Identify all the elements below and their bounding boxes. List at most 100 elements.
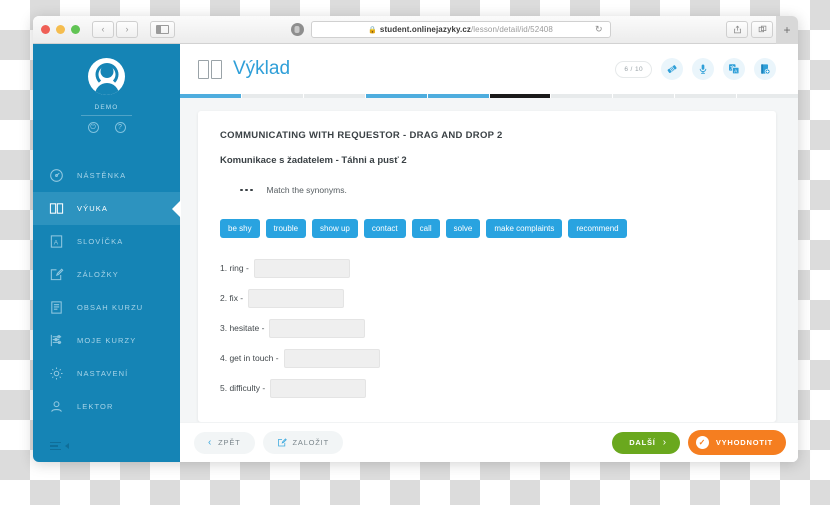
sidebar-item-label: SLOVÍČKA — [77, 237, 124, 246]
bookmark-icon — [277, 437, 287, 448]
book-icon — [198, 59, 222, 79]
sidebar-item-moje-kurzy[interactable]: MOJE KURZY — [33, 324, 180, 357]
active-indicator-arrow — [172, 199, 181, 218]
address-bar[interactable]: 🔒 student.onlinejazyky.cz/lesson/detail/i… — [310, 21, 611, 38]
answer-row: 2. fix - — [220, 283, 754, 313]
back-button-label: ZPĚT — [218, 438, 241, 447]
avatar — [88, 58, 125, 95]
sidebar-mini-actions: ⏻ ? — [33, 122, 180, 133]
chevron-right-icon: › — [662, 436, 667, 448]
sidebar-item-label: MOJE KURZY — [77, 336, 137, 345]
sidebar-toggle-button[interactable] — [150, 21, 175, 38]
sidebar-collapse-button[interactable] — [33, 441, 180, 463]
vocabulary-icon: A — [48, 234, 64, 250]
sidebar-item-zalozky[interactable]: ZÁLOŽKY — [33, 258, 180, 291]
sidebar-item-label: ZÁLOŽKY — [77, 270, 119, 279]
answer-row: 3. hesitate - — [220, 313, 754, 343]
account-label: DEMO — [80, 104, 133, 116]
new-tab-button[interactable]: + — [776, 16, 798, 44]
answer-row: 1. ring - — [220, 253, 754, 283]
sidebar-item-nastenka[interactable]: NÁSTĚNKA — [33, 159, 180, 192]
instruction-text: Match the synonyms. — [266, 185, 347, 195]
bullet-dots-icon — [240, 188, 253, 192]
exercise-card: COMMUNICATING WITH REQUESTOR - DRAG AND … — [198, 111, 776, 422]
drop-zone[interactable] — [270, 378, 367, 398]
drop-zone[interactable] — [269, 318, 366, 338]
answer-list: 1. ring - 2. fix - 3. hesitate - 4. get … — [220, 253, 754, 403]
evaluate-button[interactable]: ✓ VYHODNOTIT — [687, 430, 786, 455]
browser-toolbar: ‹ › 🔒 student.onlinejazyky.cz/lesson/deta… — [33, 16, 798, 44]
bookmark-button[interactable]: ZALOŽIT — [262, 431, 343, 454]
browser-right-actions: + — [726, 16, 798, 44]
navigation-buttons: ‹ › — [92, 21, 138, 38]
sidebar-nav: NÁSTĚNKA VÝUKA A SLOVÍČKA ZÁLOŽKY OBSAH … — [33, 159, 181, 423]
power-icon[interactable]: ⏻ — [87, 122, 99, 133]
address-bar-area: 🔒 student.onlinejazyky.cz/lesson/detail/i… — [185, 21, 716, 38]
dictionary-add-icon[interactable] — [754, 58, 776, 80]
next-button[interactable]: DALŠÍ › — [612, 431, 680, 454]
lesson-header-left: Výklad — [198, 58, 290, 80]
sidebar-item-slovicka[interactable]: A SLOVÍČKA — [33, 225, 180, 258]
my-courses-icon — [48, 333, 64, 349]
evaluate-button-label: VYHODNOTIT — [715, 438, 773, 447]
word-tag[interactable]: be shy — [220, 219, 260, 238]
word-tag[interactable]: recommend — [568, 219, 627, 238]
next-button-label: DALŠÍ — [629, 438, 656, 447]
browser-window: ‹ › 🔒 student.onlinejazyky.cz/lesson/deta… — [33, 16, 798, 462]
forward-button[interactable]: › — [116, 21, 138, 38]
back-button[interactable]: ‹ — [92, 21, 114, 38]
bookmark-icon — [48, 267, 64, 283]
answer-label: 1. ring - — [220, 263, 249, 273]
dashboard-icon — [48, 168, 64, 184]
word-tag[interactable]: call — [411, 219, 440, 238]
lesson-header-tools: 6 / 10 A — [615, 58, 776, 80]
sidebar-item-label: LEKTOR — [77, 402, 114, 411]
drop-zone[interactable] — [283, 348, 380, 368]
check-icon: ✓ — [695, 436, 709, 449]
instruction-row: Match the synonyms. — [220, 185, 754, 195]
microphone-icon[interactable] — [692, 58, 714, 80]
sidebar-item-label: OBSAH KURZU — [77, 303, 144, 312]
word-tag[interactable]: show up — [312, 219, 358, 238]
url-domain: student.onlinejazyky.cz — [379, 25, 471, 34]
answer-label: 5. difficulty - — [220, 383, 266, 393]
lesson-footer: ‹ ZPĚT ZALOŽIT DALŠÍ › ✓ VYHODNOTIT — [180, 422, 798, 462]
main-content: Výklad 6 / 10 A COMMUNICATING WITH REQUE… — [180, 44, 798, 462]
word-tag[interactable]: solve — [445, 219, 481, 238]
privacy-shield-icon[interactable] — [290, 23, 304, 36]
maximize-window-button[interactable] — [71, 25, 80, 34]
word-tag[interactable]: trouble — [265, 219, 307, 238]
lock-icon: 🔒 — [368, 27, 377, 34]
draggable-word-list: be shy trouble show up contact call solv… — [220, 219, 754, 238]
help-icon[interactable]: ? — [114, 122, 126, 133]
sidebar-item-vyuka[interactable]: VÝUKA — [33, 192, 181, 225]
drop-zone[interactable] — [248, 288, 345, 308]
app-sidebar: DEMO ⏻ ? NÁSTĚNKA VÝUKA A SLOVÍČKA ZÁLOŽ… — [33, 44, 181, 463]
answer-row: 5. difficulty - — [220, 373, 754, 403]
content-area: COMMUNICATING WITH REQUESTOR - DRAG AND … — [180, 98, 798, 422]
bookmark-button-label: ZALOŽIT — [292, 438, 329, 447]
share-button[interactable] — [726, 21, 748, 38]
reload-icon[interactable]: ↻ — [595, 24, 603, 35]
sidebar-item-obsah-kurzu[interactable]: OBSAH KURZU — [33, 291, 180, 324]
sidebar-item-label: NASTAVENÍ — [77, 369, 129, 378]
drop-zone[interactable] — [253, 258, 350, 278]
sidebar-panel-icon — [156, 25, 169, 34]
sidebar-item-lektor[interactable]: LEKTOR — [33, 390, 180, 423]
lesson-header: Výklad 6 / 10 A — [180, 44, 798, 94]
translate-icon[interactable]: 文 A — [723, 58, 745, 80]
close-window-button[interactable] — [41, 25, 50, 34]
gear-icon — [48, 366, 64, 382]
eraser-icon[interactable] — [661, 58, 683, 80]
minimize-window-button[interactable] — [56, 25, 65, 34]
app-page: DEMO ⏻ ? NÁSTĚNKA VÝUKA A SLOVÍČKA ZÁLOŽ… — [33, 44, 798, 462]
answer-label: 4. get in touch - — [220, 353, 279, 363]
word-tag[interactable]: make complaints — [486, 219, 563, 238]
word-tag[interactable]: contact — [363, 219, 406, 238]
svg-text:A: A — [53, 240, 58, 247]
answer-label: 3. hesitate - — [220, 323, 265, 333]
back-button[interactable]: ‹ ZPĚT — [194, 431, 255, 454]
show-tabs-button[interactable] — [751, 21, 773, 38]
sidebar-item-nastaveni[interactable]: NASTAVENÍ — [33, 357, 180, 390]
window-controls — [41, 25, 80, 34]
